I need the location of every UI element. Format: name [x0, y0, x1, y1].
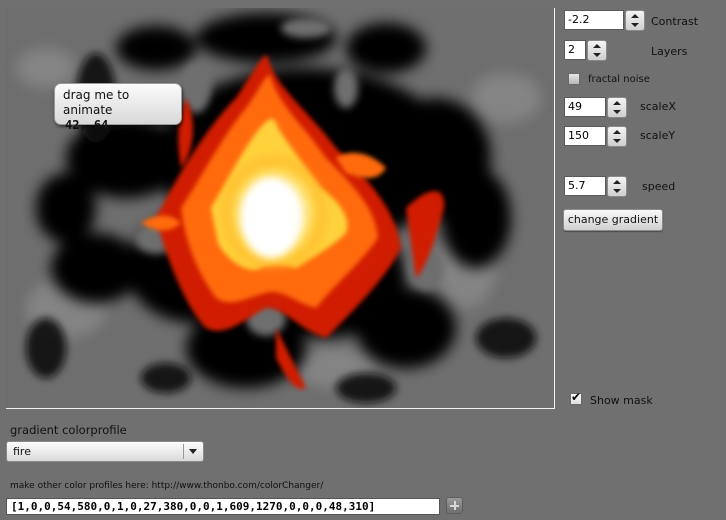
checkmark-icon: ✔ — [571, 390, 582, 404]
fire-noise-image — [16, 13, 541, 403]
scaley-input[interactable]: 150 — [564, 126, 606, 146]
layers-label: Layers — [651, 45, 688, 58]
gradient-profile-value: fire — [13, 445, 31, 458]
stepper-down-icon[interactable] — [593, 53, 601, 57]
contrast-label: Contrast — [651, 15, 699, 28]
speed-arrows[interactable] — [607, 176, 627, 197]
speed-input[interactable]: 5.7 — [564, 176, 606, 196]
scalex-arrows[interactable] — [607, 97, 627, 118]
stepper-down-icon[interactable] — [613, 139, 621, 143]
noise-canvas[interactable]: drag me to animate 42, 64 — [6, 8, 555, 409]
stepper-up-icon[interactable] — [593, 44, 601, 48]
drag-label: drag me to animate — [63, 88, 130, 117]
fractal-noise-label: fractal noise — [588, 74, 650, 85]
gradient-section-label: gradient colorprofile — [10, 423, 127, 437]
show-mask-label: Show mask — [590, 394, 653, 407]
change-gradient-button[interactable]: change gradient — [563, 209, 663, 231]
stepper-up-icon[interactable] — [613, 130, 621, 134]
stepper-up-icon[interactable] — [631, 14, 639, 18]
coordinates-readout: 42, 64 — [65, 118, 109, 132]
layers-arrows[interactable] — [587, 40, 607, 61]
gradient-values-input[interactable]: [1,0,0,54,580,0,1,0,27,380,0,0,1,609,127… — [6, 498, 440, 515]
scalex-label: scaleX — [640, 100, 676, 113]
scaley-arrows[interactable] — [607, 126, 627, 147]
contrast-arrows[interactable] — [625, 10, 645, 31]
layers-input[interactable]: 2 — [564, 40, 586, 60]
add-gradient-button[interactable] — [446, 497, 463, 514]
color-profile-link-text: make other color profiles here: http://w… — [10, 481, 324, 491]
speed-label: speed — [642, 180, 676, 193]
show-mask-checkbox[interactable]: ✔ — [570, 390, 582, 405]
contrast-input[interactable]: -2.2 — [564, 10, 624, 30]
stepper-down-icon[interactable] — [631, 23, 639, 27]
fractal-noise-checkbox[interactable] — [568, 73, 580, 85]
plus-icon-vertical — [454, 501, 456, 510]
stepper-down-icon[interactable] — [613, 189, 621, 193]
drag-to-animate-handle[interactable]: drag me to animate 42, 64 — [54, 83, 182, 132]
select-separator — [183, 444, 184, 459]
stepper-up-icon[interactable] — [613, 101, 621, 105]
stepper-down-icon[interactable] — [613, 110, 621, 114]
chevron-down-icon[interactable] — [189, 449, 197, 454]
scalex-input[interactable]: 49 — [564, 97, 606, 117]
gradient-profile-select[interactable]: fire — [6, 441, 204, 462]
stepper-up-icon[interactable] — [613, 180, 621, 184]
scaley-label: scaleY — [640, 129, 676, 142]
